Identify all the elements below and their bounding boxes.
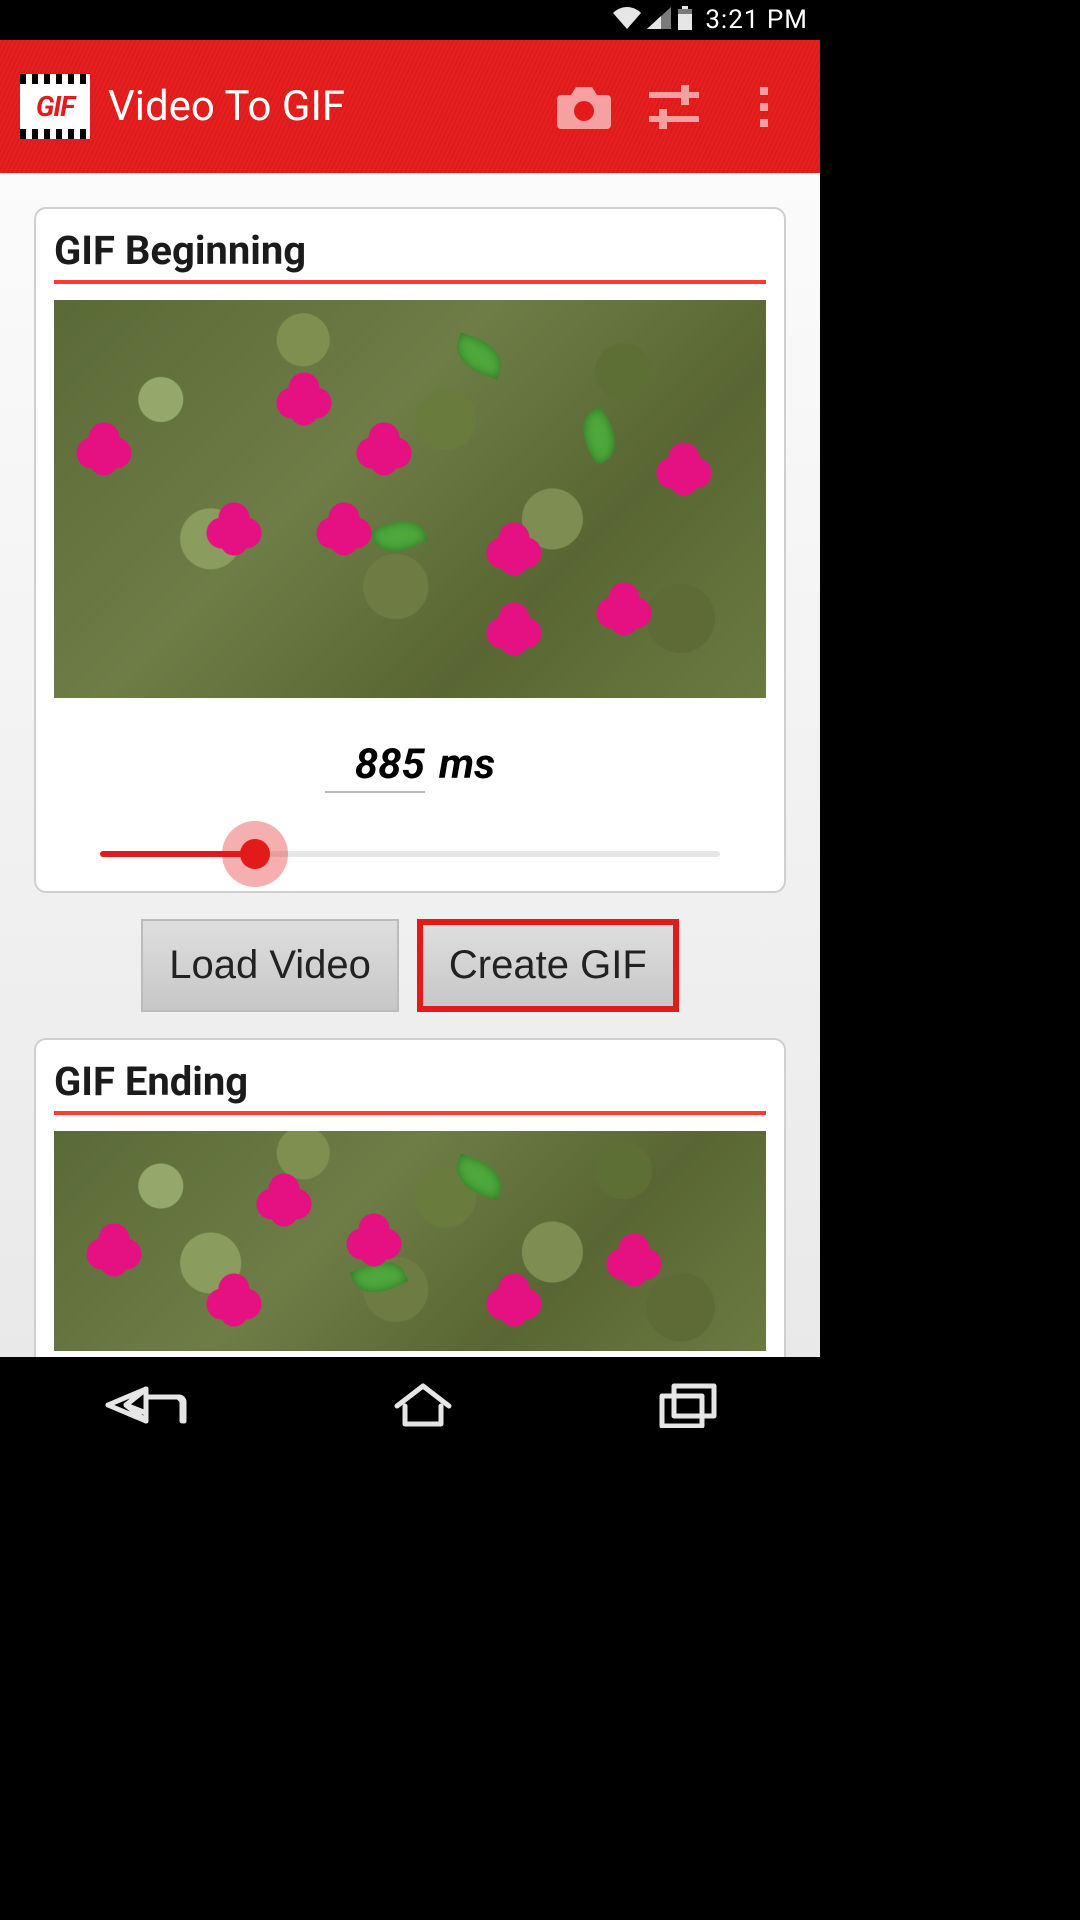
battery-icon — [677, 6, 693, 34]
preview-image — [604, 1231, 664, 1291]
preview-image — [204, 500, 264, 560]
preview-image — [204, 1271, 264, 1331]
camera-icon[interactable] — [548, 71, 620, 143]
app-title-bar: GIF Video To GIF — [0, 40, 820, 173]
preview-image — [314, 500, 374, 560]
slider-thumb[interactable] — [240, 839, 270, 869]
preview-image — [254, 1171, 314, 1231]
android-nav-bar — [0, 1357, 820, 1456]
status-time: 3:21 PM — [705, 5, 808, 35]
gif-ending-card: GIF Ending — [34, 1038, 786, 1357]
preview-image — [74, 420, 134, 480]
back-button[interactable] — [102, 1383, 188, 1431]
time-display: 885 ms — [54, 740, 766, 793]
status-bar: 3:21 PM — [0, 0, 820, 40]
beginning-frame-preview[interactable] — [54, 300, 766, 698]
section-divider — [54, 280, 766, 284]
preview-image — [84, 1221, 144, 1281]
button-row: Load Video Create GIF — [34, 919, 786, 1012]
time-value[interactable]: 885 — [325, 740, 425, 793]
time-unit: ms — [439, 740, 495, 789]
wifi-icon — [613, 7, 641, 33]
cell-signal-icon — [647, 7, 671, 33]
preview-image — [274, 370, 334, 430]
time-slider-container — [54, 827, 766, 867]
app-title: Video To GIF — [108, 82, 530, 131]
app-logo: GIF — [20, 74, 90, 139]
create-gif-button[interactable]: Create GIF — [417, 919, 679, 1012]
gif-ending-title: GIF Ending — [54, 1058, 766, 1105]
time-slider[interactable] — [100, 851, 720, 857]
home-button[interactable] — [393, 1382, 453, 1432]
section-divider — [54, 1111, 766, 1115]
app-logo-text: GIF — [36, 90, 74, 123]
preview-image — [354, 420, 414, 480]
preview-image — [484, 600, 544, 660]
overflow-menu-icon[interactable] — [728, 71, 800, 143]
preview-image — [484, 1271, 544, 1331]
load-video-button[interactable]: Load Video — [141, 919, 399, 1012]
gif-beginning-card: GIF Beginning 885 ms — [34, 207, 786, 893]
gif-beginning-title: GIF Beginning — [54, 227, 766, 274]
preview-image — [344, 1211, 404, 1271]
preview-image — [484, 520, 544, 580]
recent-apps-button[interactable] — [658, 1382, 718, 1432]
ending-frame-preview[interactable] — [54, 1131, 766, 1351]
preview-image — [594, 580, 654, 640]
preview-image — [654, 440, 714, 500]
main-content: GIF Beginning 885 ms — [0, 173, 820, 1357]
settings-sliders-icon[interactable] — [638, 71, 710, 143]
